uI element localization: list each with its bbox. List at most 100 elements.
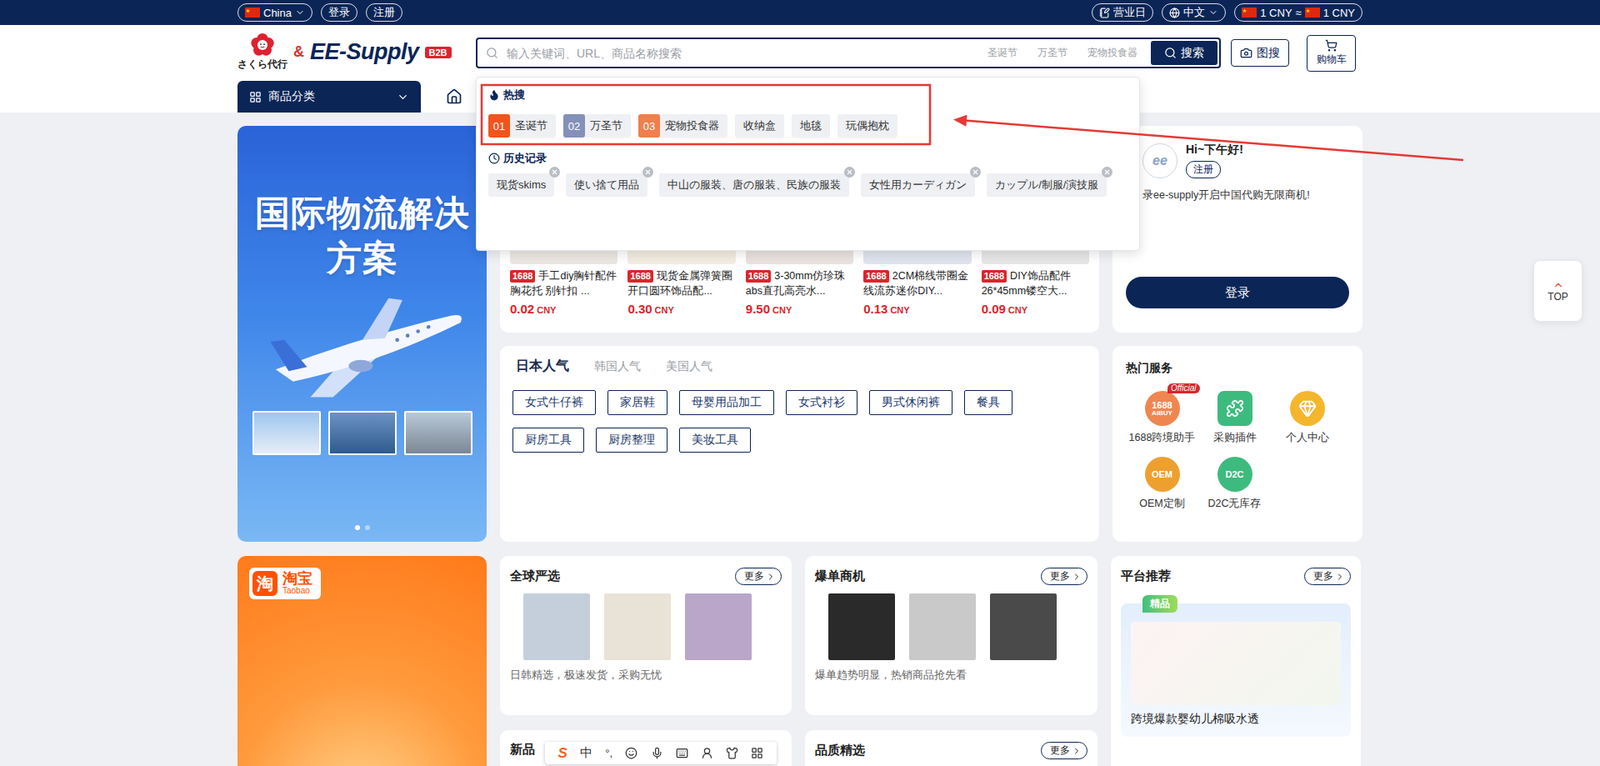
- popular-tab[interactable]: 美国人气: [662, 359, 716, 375]
- close-icon: [1103, 168, 1111, 176]
- hot-search-tag[interactable]: 02万圣节: [563, 114, 631, 138]
- history-tag[interactable]: カップル/制服/演技服: [986, 173, 1107, 197]
- auth-button[interactable]: 登录: [320, 3, 358, 22]
- flame-icon: [488, 89, 500, 101]
- service-icon: [1217, 390, 1253, 426]
- annotation-arrow-icon: [237, 0, 1488, 250]
- services-title: 热门服务: [1125, 360, 1350, 376]
- register-button[interactable]: 注册: [1185, 160, 1221, 179]
- emoji-icon[interactable]: [625, 746, 638, 760]
- services-card: 热门服务 1688AiBUYOfficial1688跨境助手采购插件个人中心 OEM…: [1112, 345, 1363, 542]
- popular-tag[interactable]: 餐具: [964, 390, 1013, 415]
- section-thumb[interactable]: [604, 593, 671, 660]
- user-icon[interactable]: [700, 746, 714, 760]
- search-hot-word[interactable]: 万圣节: [1030, 45, 1075, 60]
- history-tag[interactable]: 女性用カーディガン: [860, 173, 975, 197]
- section-thumb[interactable]: [523, 593, 590, 660]
- popular-tag[interactable]: 厨房整理: [595, 427, 668, 453]
- remove-history-button[interactable]: [844, 166, 855, 178]
- login-button[interactable]: 登录: [1125, 276, 1350, 309]
- section-thumb[interactable]: [828, 593, 895, 660]
- popular-tab[interactable]: 日本人气: [512, 357, 573, 375]
- history-tag[interactable]: 现货skims: [488, 173, 555, 197]
- ime-logo[interactable]: S: [558, 745, 568, 762]
- ime-punctuation[interactable]: °,: [605, 746, 613, 760]
- history-tag[interactable]: 使い捨て用品: [565, 173, 648, 197]
- logo[interactable]: さくら代行&EE-SupplyB2B: [237, 32, 476, 74]
- hot-search-tag[interactable]: 地毯: [791, 114, 830, 138]
- globe-icon: [1169, 7, 1180, 19]
- product-price: 9.50CNY: [745, 301, 854, 316]
- source-badge: 1688: [981, 270, 1007, 283]
- region-selector[interactable]: China: [237, 3, 313, 22]
- remove-history-button[interactable]: [970, 166, 981, 178]
- more-button[interactable]: 更多: [1040, 567, 1088, 585]
- category-button[interactable]: 商品分类: [237, 80, 421, 113]
- popular-tag[interactable]: 女式衬衫: [785, 390, 858, 415]
- business-day-button[interactable]: 营业日: [1091, 3, 1154, 22]
- china-flag-icon: [1241, 7, 1257, 18]
- service-item[interactable]: D2CD2C无库存: [1198, 456, 1271, 511]
- popular-tag[interactable]: 美妆工具: [679, 427, 751, 453]
- hot-search-tag[interactable]: 收纳盒: [735, 114, 785, 138]
- home-icon[interactable]: [445, 88, 463, 105]
- search-hot-word[interactable]: 圣诞节: [980, 45, 1025, 60]
- banner-dot[interactable]: [365, 525, 370, 530]
- banner-dot[interactable]: [355, 525, 360, 530]
- search-hot-word[interactable]: 宠物投食器: [1080, 45, 1145, 60]
- diamond-icon: [1298, 399, 1317, 418]
- popular-tag[interactable]: 女式牛仔裤: [512, 390, 596, 415]
- service-item[interactable]: 采购插件: [1198, 390, 1271, 445]
- toolbox-icon[interactable]: [750, 746, 764, 760]
- search-input[interactable]: [505, 45, 975, 61]
- remove-history-button[interactable]: [1101, 166, 1113, 178]
- popular-tab[interactable]: 韩国人气: [590, 359, 645, 375]
- service-item[interactable]: 1688AiBUYOfficial1688跨境助手: [1125, 390, 1199, 445]
- popular-tag[interactable]: 家居鞋: [607, 390, 668, 415]
- product-title: 16882CM棉线带圈金线流苏迷你DIY...: [863, 268, 971, 299]
- hot-search-list: 01圣诞节 02万圣节 03宠物投食器收纳盒地毯玩偶抱枕: [488, 114, 1128, 138]
- keyboard-icon[interactable]: [675, 746, 689, 760]
- section-thumb[interactable]: [990, 593, 1057, 660]
- cart-button[interactable]: 购物车: [1306, 35, 1356, 72]
- platform-product[interactable]: 精品跨境爆款婴幼儿棉吸水透: [1120, 603, 1351, 737]
- currency-selector[interactable]: 1 CNY≈1 CNY: [1234, 3, 1363, 22]
- more-button[interactable]: 更多: [735, 567, 782, 585]
- more-button[interactable]: 更多: [1040, 741, 1088, 760]
- brand-badge: B2B: [425, 46, 452, 59]
- section-thumb[interactable]: [909, 593, 976, 660]
- hot-search-tag[interactable]: 03宠物投食器: [638, 114, 728, 138]
- more-button[interactable]: 更多: [1304, 567, 1351, 585]
- search-button[interactable]: 搜索: [1150, 40, 1218, 65]
- remove-history-button[interactable]: [642, 166, 654, 178]
- chevron-down-icon: [1208, 7, 1219, 18]
- service-item[interactable]: OEMOEM定制: [1125, 456, 1199, 511]
- search-icon: [1164, 46, 1177, 60]
- logistics-banner[interactable]: 国际物流解决方案: [237, 125, 487, 542]
- popular-tag[interactable]: 母婴用品加工: [679, 390, 775, 415]
- skin-icon[interactable]: [725, 746, 739, 760]
- history-tag[interactable]: 中山の服装、唐の服装、民族の服装: [659, 173, 850, 197]
- hot-search-tag[interactable]: 玩偶抱枕: [837, 114, 898, 138]
- remove-history-button[interactable]: [549, 166, 560, 178]
- chevron-right-icon: [765, 571, 776, 582]
- platform-card: 平台推荐更多精品跨境爆款婴幼儿棉吸水透: [1110, 555, 1361, 766]
- popular-tag[interactable]: 厨房工具: [512, 427, 585, 453]
- product-price: 0.02CNY: [510, 301, 618, 316]
- microphone-icon[interactable]: [650, 746, 664, 760]
- image-search-button[interactable]: 图搜: [1230, 39, 1290, 67]
- back-to-top-button[interactable]: TOP: [1533, 260, 1583, 322]
- section-thumb[interactable]: [685, 593, 752, 660]
- brand-name: EE-Supply: [310, 39, 420, 65]
- history-list: 现货skims 使い捨て用品中山の服装、唐の服装、民族の服装女性用カーディガンカッ…: [488, 173, 1128, 197]
- top-bar: China 登录注册 营业日中文 1 CNY≈1 CNY: [0, 0, 1600, 25]
- language-selector[interactable]: 中文: [1161, 3, 1226, 22]
- ime-mode[interactable]: 中: [580, 745, 593, 761]
- taobao-title: 淘宝: [282, 570, 313, 587]
- hot-search-tag[interactable]: 01圣诞节: [488, 114, 556, 138]
- service-item[interactable]: 个人中心: [1270, 390, 1344, 445]
- taobao-banner[interactable]: 淘淘宝Taobao: [237, 555, 487, 766]
- popular-tags: 女式牛仔裤家居鞋母婴用品加工女式衬衫男式休闲裤餐具厨房工具厨房整理美妆工具: [512, 390, 1087, 453]
- auth-button[interactable]: 注册: [365, 3, 403, 22]
- popular-tag[interactable]: 男式休闲裤: [869, 390, 953, 415]
